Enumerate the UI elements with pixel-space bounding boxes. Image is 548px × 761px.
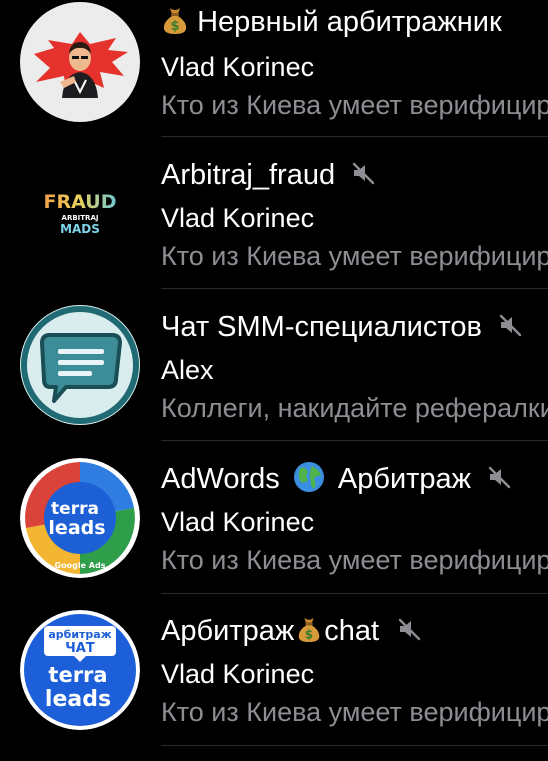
chat-title: Арбитраж $ chat	[161, 611, 548, 651]
row-separator	[161, 440, 548, 441]
chat-title: AdWords Арбитраж	[161, 459, 548, 499]
chat-row-adwords-arbitrazh[interactable]: terra leads Google Ads AdWords Арбитраж	[0, 457, 548, 609]
cartoon-man-avatar-icon	[20, 2, 140, 122]
svg-text:ARBITRAJ: ARBITRAJ	[62, 214, 99, 222]
chat-sender: Vlad Korinec	[161, 507, 315, 537]
svg-text:Google Ads: Google Ads	[55, 561, 106, 570]
speech-bubble-icon	[20, 305, 140, 425]
chat-title: $ Нервный арбитражник	[161, 2, 548, 42]
chat-title: Arbitraj_fraud	[161, 155, 548, 195]
terra-leads-chat-logo-icon: арбитраж ЧАТ terra leads	[20, 610, 140, 730]
avatar[interactable]	[20, 2, 140, 122]
avatar[interactable]	[20, 305, 140, 425]
chat-sender: Vlad Korinec	[161, 203, 315, 233]
chat-sender: Vlad Korinec	[161, 52, 315, 82]
svg-text:leads: leads	[48, 517, 105, 539]
muted-icon	[351, 161, 377, 185]
money-bag-icon: $	[296, 614, 322, 644]
svg-text:terra: terra	[51, 499, 99, 519]
svg-text:арбитраж: арбитраж	[48, 628, 111, 641]
row-separator	[161, 288, 548, 289]
chat-preview: Кто из Киева умеет верифицировать	[161, 90, 548, 120]
muted-icon	[397, 617, 423, 641]
money-bag-icon: $	[161, 5, 189, 35]
chat-title: Чат SMM-специалистов	[161, 307, 548, 347]
row-separator	[161, 745, 548, 746]
chat-row-smm-specialists[interactable]: Чат SMM-специалистов Alex Коллеги, накид…	[0, 305, 548, 457]
svg-text:$: $	[305, 628, 313, 642]
chat-preview: Коллеги, накидайте рефералки	[161, 393, 548, 423]
svg-text:$: $	[170, 19, 179, 34]
chat-preview: Кто из Киева умеет верифицировать	[161, 545, 548, 575]
row-separator	[161, 136, 548, 137]
chat-row-nervny-arbitrazhnik[interactable]: $ Нервный арбитражник Vlad Korinec Кто и…	[0, 0, 548, 152]
avatar[interactable]: terra leads Google Ads	[20, 458, 140, 578]
chat-row-arbitraj-fraud[interactable]: FRAUD ARBITRAJ MADS Arbitraj_fraud Vlad …	[0, 153, 548, 305]
terra-leads-google-ads-logo-icon: terra leads Google Ads	[20, 458, 140, 578]
chat-row-arbitrazh-chat[interactable]: арбитраж ЧАТ terra leads Арбитраж $ chat	[0, 609, 548, 761]
svg-text:ЧАТ: ЧАТ	[65, 641, 95, 656]
fraud-logo-icon: FRAUD ARBITRAJ MADS	[20, 153, 140, 273]
chat-sender: Vlad Korinec	[161, 659, 315, 689]
svg-text:terra: terra	[48, 663, 107, 687]
svg-text:MADS: MADS	[60, 222, 100, 236]
row-separator	[161, 593, 548, 594]
globe-icon	[292, 460, 326, 494]
muted-icon	[498, 313, 524, 337]
chat-sender: Alex	[161, 355, 214, 385]
svg-text:FRAUD: FRAUD	[44, 191, 117, 213]
avatar[interactable]: арбитраж ЧАТ terra leads	[20, 610, 140, 730]
chat-preview: Кто из Киева умеет верифицировать	[161, 697, 548, 727]
chat-list: $ Нервный арбитражник Vlad Korinec Кто и…	[0, 0, 548, 758]
svg-text:leads: leads	[45, 687, 111, 712]
muted-icon	[487, 465, 513, 489]
avatar[interactable]: FRAUD ARBITRAJ MADS	[20, 153, 140, 273]
chat-preview: Кто из Киева умеет верифицировать	[161, 241, 548, 271]
